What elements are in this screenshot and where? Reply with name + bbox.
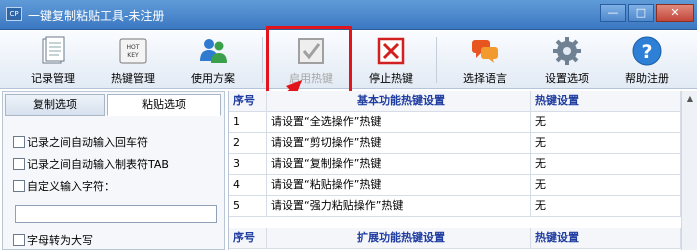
stop-x-icon — [377, 37, 405, 65]
option-label: 字母转为大写 — [27, 234, 93, 247]
help-register-button[interactable]: ? 帮助注册 — [612, 33, 682, 87]
row-hotkey[interactable]: 无 — [531, 154, 681, 174]
language-button[interactable]: 选择语言 — [450, 33, 520, 87]
stop-hotkey-label: 停止热键 — [369, 72, 413, 85]
settings-button[interactable]: 设置选项 — [532, 33, 602, 87]
app-icon: CP — [6, 7, 22, 21]
row-function: 请设置“复制操作”热键 — [267, 154, 531, 174]
maximize-button[interactable]: □ — [628, 4, 654, 22]
option-auto-tab[interactable]: 记录之间自动输入制表符TAB — [13, 156, 169, 172]
row-function: 请设置“强力粘贴操作”热键 — [267, 196, 531, 216]
tab-copy-options[interactable]: 复制选项 — [5, 94, 105, 116]
hotkey-manage-label: 热键管理 — [111, 72, 155, 85]
help-register-label: 帮助注册 — [625, 72, 669, 85]
row-hotkey[interactable]: 无 — [531, 175, 681, 195]
table-row[interactable]: 1 请设置“全选操作”热键 无 — [229, 112, 681, 133]
col-hotkey-header: 热键设置 — [531, 91, 681, 111]
settings-label: 设置选项 — [545, 72, 589, 85]
row-function: 请设置“剪切操作”热键 — [267, 133, 531, 153]
option-label: 记录之间自动输入制表符TAB — [27, 158, 169, 171]
row-function: 请设置“粘贴操作”热键 — [267, 175, 531, 195]
language-label: 选择语言 — [463, 72, 507, 85]
toolbar-separator — [436, 37, 437, 83]
col-hotkey-header: 热键设置 — [531, 228, 681, 248]
row-index: 4 — [229, 175, 267, 195]
row-index: 1 — [229, 112, 267, 132]
svg-text:HOT: HOT — [127, 44, 140, 51]
row-index: 2 — [229, 133, 267, 153]
window-title: 一键复制粘贴工具-未注册 — [28, 9, 165, 23]
option-uppercase[interactable]: 字母转为大写 — [13, 232, 93, 248]
option-auto-enter[interactable]: 记录之间自动输入回车符 — [13, 134, 148, 150]
option-label: 记录之间自动输入回车符 — [27, 136, 148, 149]
table-row[interactable]: 3 请设置“复制操作”热键 无 — [229, 154, 681, 175]
row-index: 5 — [229, 196, 267, 216]
checkbox[interactable] — [13, 180, 25, 192]
stop-hotkey-button[interactable]: 停止热键 — [356, 33, 426, 87]
close-button[interactable]: ✕ — [656, 4, 694, 22]
grid-header-extended: 序号 扩展功能热键设置 热键设置 — [229, 228, 681, 249]
users-icon — [200, 39, 227, 63]
checkbox[interactable] — [13, 158, 25, 170]
records-button[interactable]: 记录管理 — [18, 33, 88, 87]
row-function: 请设置“全选操作”热键 — [267, 112, 531, 132]
hotkey-manage-button[interactable]: HOT KEY 热键管理 — [98, 33, 168, 87]
table-row[interactable]: 5 请设置“强力粘贴操作”热键 无 — [229, 196, 681, 217]
records-icon — [42, 36, 65, 64]
vertical-scrollbar[interactable]: ▲ — [681, 91, 697, 250]
options-panel: 复制选项 粘贴选项 记录之间自动输入回车符 记录之间自动输入制表符TAB 自定义… — [2, 91, 225, 250]
gear-icon — [553, 37, 581, 65]
hotkey-icon: HOT KEY — [119, 38, 147, 64]
scroll-up-icon[interactable]: ▲ — [684, 93, 696, 105]
custom-char-input[interactable] — [15, 205, 217, 223]
table-row[interactable]: 2 请设置“剪切操作”热键 无 — [229, 133, 681, 154]
checkbox[interactable] — [13, 234, 25, 246]
records-label: 记录管理 — [31, 72, 75, 85]
chat-icon — [472, 40, 498, 63]
checkbox[interactable] — [13, 136, 25, 148]
col-index-header: 序号 — [229, 91, 267, 111]
col-index-header: 序号 — [229, 228, 267, 248]
row-index: 3 — [229, 154, 267, 174]
help-icon: ? — [632, 36, 662, 66]
svg-text:?: ? — [641, 41, 652, 63]
row-hotkey[interactable]: 无 — [531, 112, 681, 132]
tab-paste-options[interactable]: 粘贴选项 — [107, 94, 221, 116]
option-label: 自定义输入字符： — [27, 180, 115, 193]
col-function-header: 扩展功能热键设置 — [267, 228, 531, 248]
grid-header: 序号 基本功能热键设置 热键设置 — [229, 91, 681, 112]
minimize-button[interactable]: — — [600, 4, 626, 22]
table-row[interactable]: 4 请设置“粘贴操作”热键 无 — [229, 175, 681, 196]
row-hotkey[interactable]: 无 — [531, 133, 681, 153]
hotkey-grid: 序号 基本功能热键设置 热键设置 1 请设置“全选操作”热键 无 2 请设置“剪… — [228, 91, 697, 250]
option-custom-char[interactable]: 自定义输入字符： — [13, 178, 115, 194]
row-hotkey[interactable]: 无 — [531, 196, 681, 216]
col-function-header: 基本功能热键设置 — [267, 91, 531, 111]
svg-text:KEY: KEY — [127, 52, 139, 59]
